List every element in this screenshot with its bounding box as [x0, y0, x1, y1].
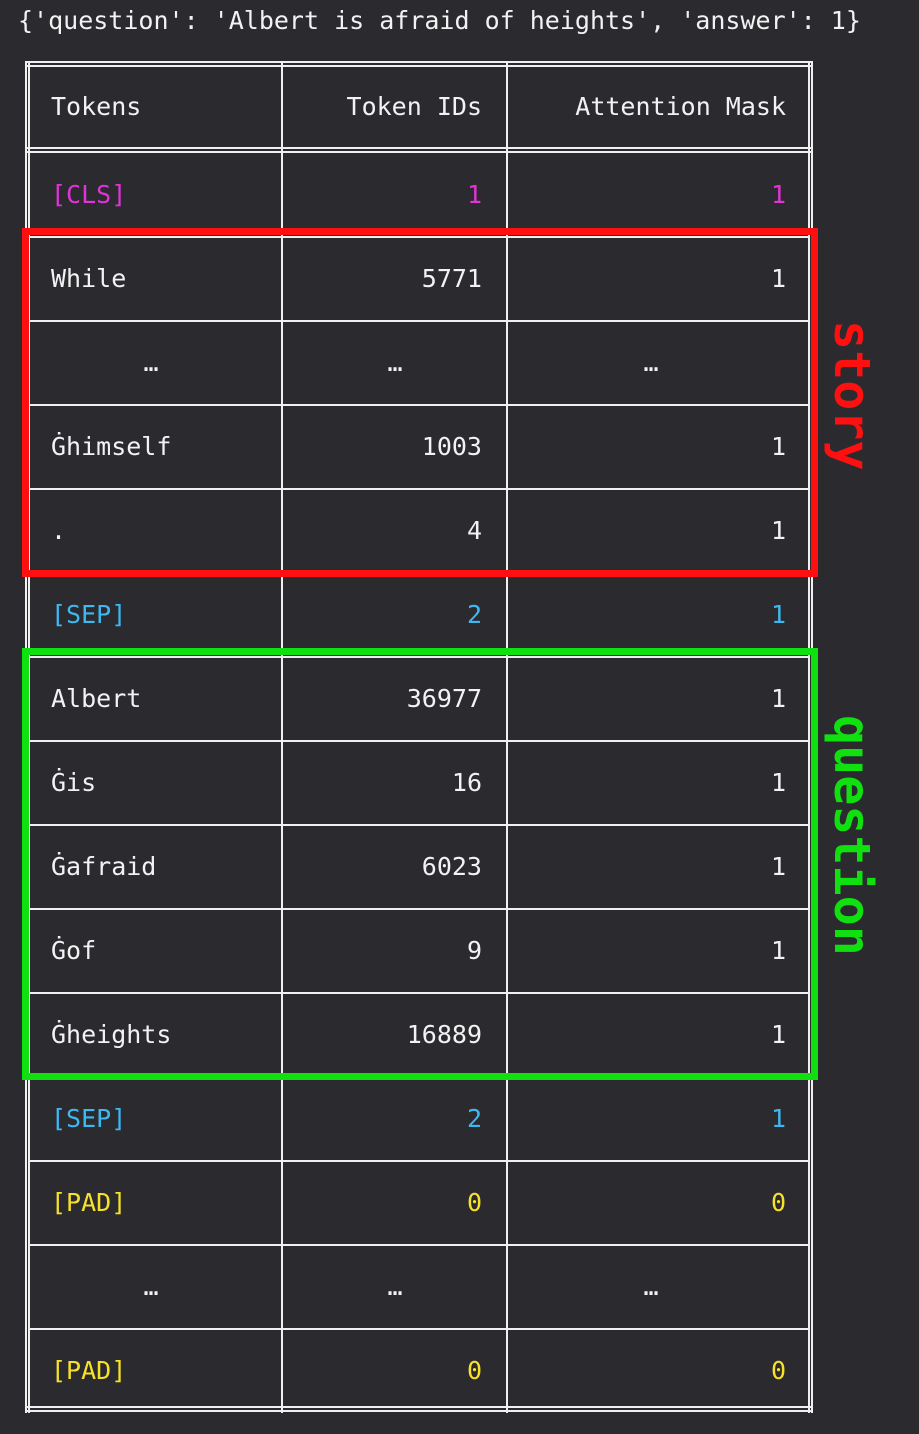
attention-mask-cell: 1	[770, 1104, 786, 1133]
token-id-cell: 2	[466, 600, 482, 629]
story-label: story	[823, 320, 881, 471]
token-id-cell: 0	[466, 1188, 482, 1217]
token-id-cell: 2	[466, 1104, 482, 1133]
token-cell: [PAD]	[51, 1356, 127, 1385]
column-header-attention-mask: Attention Mask	[575, 92, 786, 121]
table-border-top	[25, 61, 813, 63]
dataset-example-text: {'question': 'Albert is afraid of height…	[18, 6, 861, 35]
attention-mask-cell: 1	[770, 600, 786, 629]
token-cell: [PAD]	[51, 1188, 127, 1217]
token-cell: [SEP]	[51, 1104, 127, 1133]
token-id-cell: 0	[466, 1356, 482, 1385]
token-cell: …	[143, 1272, 159, 1301]
token-id-cell: …	[387, 1272, 403, 1301]
story-highlight-box	[22, 228, 818, 577]
question-highlight-box	[22, 648, 818, 1080]
header-separator	[25, 147, 813, 149]
attention-mask-cell: …	[643, 1272, 659, 1301]
token-cell: [SEP]	[51, 600, 127, 629]
token-cell: [CLS]	[51, 180, 127, 209]
attention-mask-cell: 0	[770, 1188, 786, 1217]
attention-mask-cell: 0	[770, 1356, 786, 1385]
attention-mask-cell: 1	[770, 180, 786, 209]
column-header-token-ids: Token IDs	[346, 92, 482, 121]
question-label: question	[823, 715, 881, 956]
column-header-tokens: Tokens	[51, 92, 142, 121]
token-id-cell: 1	[466, 180, 482, 209]
